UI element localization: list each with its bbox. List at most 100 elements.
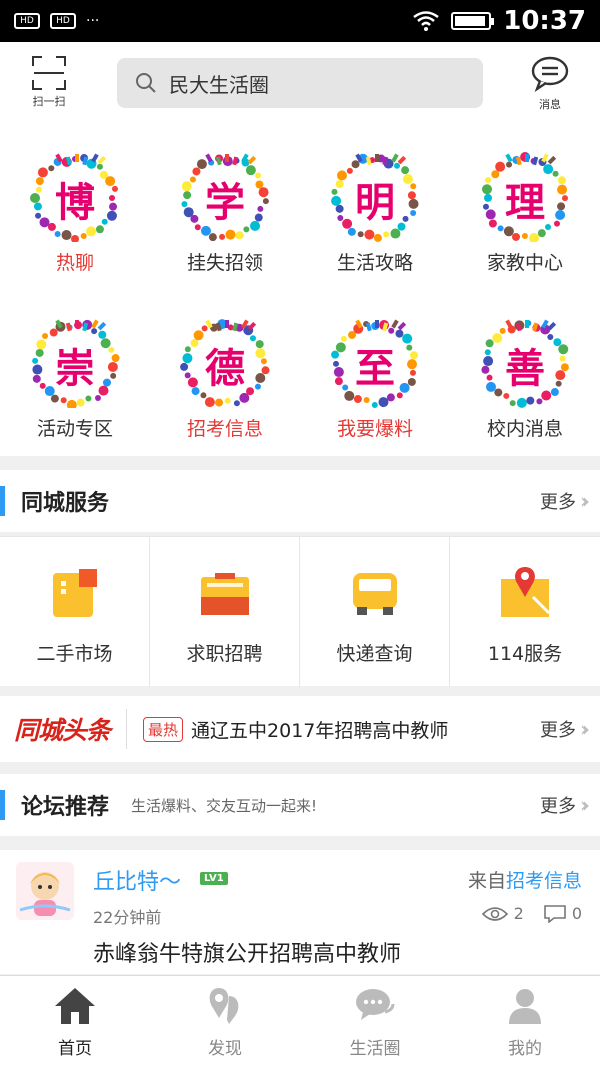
- tab-mine[interactable]: 我的: [450, 986, 600, 1059]
- forum-header: 论坛推荐 生活爆料、交友互动一起来! 更多 ››: [0, 774, 600, 836]
- grid-label: 热聊: [55, 252, 94, 274]
- comment-icon: [544, 904, 566, 923]
- scan-button[interactable]: 扫一扫: [24, 56, 74, 109]
- headline-more-button[interactable]: 更多 ››: [540, 716, 590, 742]
- section-title: 同城服务: [21, 491, 110, 516]
- home-icon: [55, 988, 95, 1024]
- forum-more-button[interactable]: 更多 ››: [540, 792, 590, 818]
- grid-item-life-guide[interactable]: 明 生活攻略: [300, 150, 450, 275]
- tab-label: 我的: [508, 1039, 542, 1059]
- top-header: 扫一扫 民大生活圈 消息: [0, 42, 600, 130]
- status-bar: HD HD ··· 10:37: [0, 0, 600, 42]
- scan-icon: [32, 56, 66, 90]
- service-job[interactable]: 求职招聘: [150, 537, 300, 687]
- post-source[interactable]: 来自招考信息: [468, 866, 582, 893]
- badge-icon: 博: [29, 150, 121, 242]
- tab-label: 首页: [58, 1039, 92, 1059]
- grid-item-campus-news[interactable]: 善 校内消息: [450, 316, 600, 441]
- briefcase-icon: [199, 567, 251, 619]
- headline-logo: 同城头条: [14, 716, 111, 745]
- tab-home[interactable]: 首页: [0, 986, 150, 1059]
- grid-label: 招考信息: [186, 418, 263, 440]
- badge-icon: 崇: [29, 316, 121, 408]
- service-114[interactable]: 114服务: [450, 537, 600, 687]
- service-label: 快递查询: [336, 643, 413, 665]
- bottom-tab-bar: 首页 发现 生活圈 我的: [0, 975, 600, 1067]
- car-icon: [349, 567, 401, 619]
- tab-life-circle[interactable]: 生活圈: [300, 986, 450, 1059]
- divider: [126, 709, 128, 749]
- double-chevron-icon: ››: [580, 793, 590, 817]
- grid-label: 生活攻略: [336, 252, 413, 274]
- badge-icon: 理: [479, 150, 571, 242]
- search-icon: [136, 73, 156, 93]
- section-title: 论坛推荐: [21, 795, 110, 820]
- view-count: 2: [513, 904, 524, 923]
- badge-icon: 明: [329, 150, 421, 242]
- grid-label: 我要爆料: [336, 418, 413, 440]
- message-icon: [531, 56, 569, 93]
- source-section: 招考信息: [505, 870, 582, 892]
- grid-label: 校内消息: [486, 418, 563, 440]
- double-chevron-icon: ››: [580, 489, 590, 513]
- grid-item-report[interactable]: 至 我要爆料: [300, 316, 450, 441]
- headline-bar[interactable]: 同城头条 最热 通辽五中2017年招聘高中教师 更多 ››: [0, 696, 600, 762]
- grid-item-activities[interactable]: 崇 活动专区: [0, 316, 150, 441]
- status-time: 10:37: [503, 6, 586, 36]
- post-stats: 2 0: [481, 904, 582, 923]
- grid-item-hot-chat[interactable]: 博 热聊: [0, 150, 150, 275]
- search-text: 民大生活圈: [169, 72, 269, 97]
- post-time: 22分钟前: [93, 908, 162, 927]
- more-label: 更多: [540, 796, 576, 817]
- service-express[interactable]: 快递查询: [300, 537, 450, 687]
- city-service-header: 同城服务 更多 ››: [0, 470, 600, 532]
- tab-label: 发现: [208, 1039, 242, 1059]
- grid-label: 家教中心: [486, 252, 563, 274]
- hot-tag: 最热: [143, 716, 184, 742]
- double-chevron-icon: ››: [580, 717, 590, 741]
- notification-dots: ···: [86, 13, 100, 29]
- badge-icon: 善: [479, 316, 571, 408]
- grid-label: 活动专区: [36, 418, 113, 440]
- chat-icon: [356, 989, 395, 1020]
- service-label: 二手市场: [36, 643, 113, 665]
- grid-item-tutoring[interactable]: 理 家教中心: [450, 150, 600, 275]
- service-label: 求职招聘: [186, 643, 263, 665]
- grid-item-lost-found[interactable]: 学 挂失招领: [150, 150, 300, 275]
- comment-count: 0: [571, 904, 582, 923]
- section-accent-bar: [0, 486, 5, 516]
- message-label: 消息: [539, 98, 561, 111]
- section-accent-bar: [0, 790, 5, 820]
- badge-icon: 学: [179, 150, 271, 242]
- level-badge: LV1: [200, 872, 228, 885]
- post-title[interactable]: 赤峰翁牛特旗公开招聘高中教师: [93, 936, 401, 968]
- search-input[interactable]: 民大生活圈: [117, 58, 483, 108]
- wifi-icon: [413, 11, 439, 31]
- second-hand-icon: [49, 567, 101, 619]
- headline-text[interactable]: 通辽五中2017年招聘高中教师: [191, 716, 448, 743]
- city-service-row: 二手市场 求职招聘 快递查询 114服务: [0, 536, 600, 687]
- scan-label: 扫一扫: [32, 95, 66, 108]
- category-grid: 博 热聊 学 挂失招领 明 生活攻略 理 家教中心 崇 活动专区 德 招考信息 …: [0, 130, 600, 456]
- section-subtitle: 生活爆料、交友互动一起来!: [131, 796, 318, 815]
- post-username[interactable]: 丘比特～: [93, 864, 181, 896]
- city-service-more-button[interactable]: 更多 ››: [540, 488, 590, 514]
- forum-post[interactable]: 丘比特～ LV1 来自招考信息 22分钟前 2 0 赤峰翁牛特旗公开招聘高中教师: [0, 850, 600, 974]
- grid-label: 挂失招领: [186, 252, 263, 274]
- map-pin-icon: [499, 567, 551, 619]
- sim-icon: HD: [14, 13, 40, 29]
- tab-discover[interactable]: 发现: [150, 986, 300, 1059]
- sim-icon: HD: [50, 13, 76, 29]
- badge-icon: 德: [179, 316, 271, 408]
- user-icon: [509, 989, 541, 1024]
- more-label: 更多: [540, 492, 576, 513]
- grid-item-recruitment[interactable]: 德 招考信息: [150, 316, 300, 441]
- badge-icon: 至: [329, 316, 421, 408]
- avatar[interactable]: [16, 862, 74, 920]
- service-second-hand[interactable]: 二手市场: [0, 537, 150, 687]
- more-label: 更多: [540, 720, 576, 741]
- service-label: 114服务: [487, 643, 563, 665]
- eye-icon: [481, 906, 508, 921]
- battery-icon: [451, 12, 495, 30]
- message-button[interactable]: 消息: [522, 56, 578, 112]
